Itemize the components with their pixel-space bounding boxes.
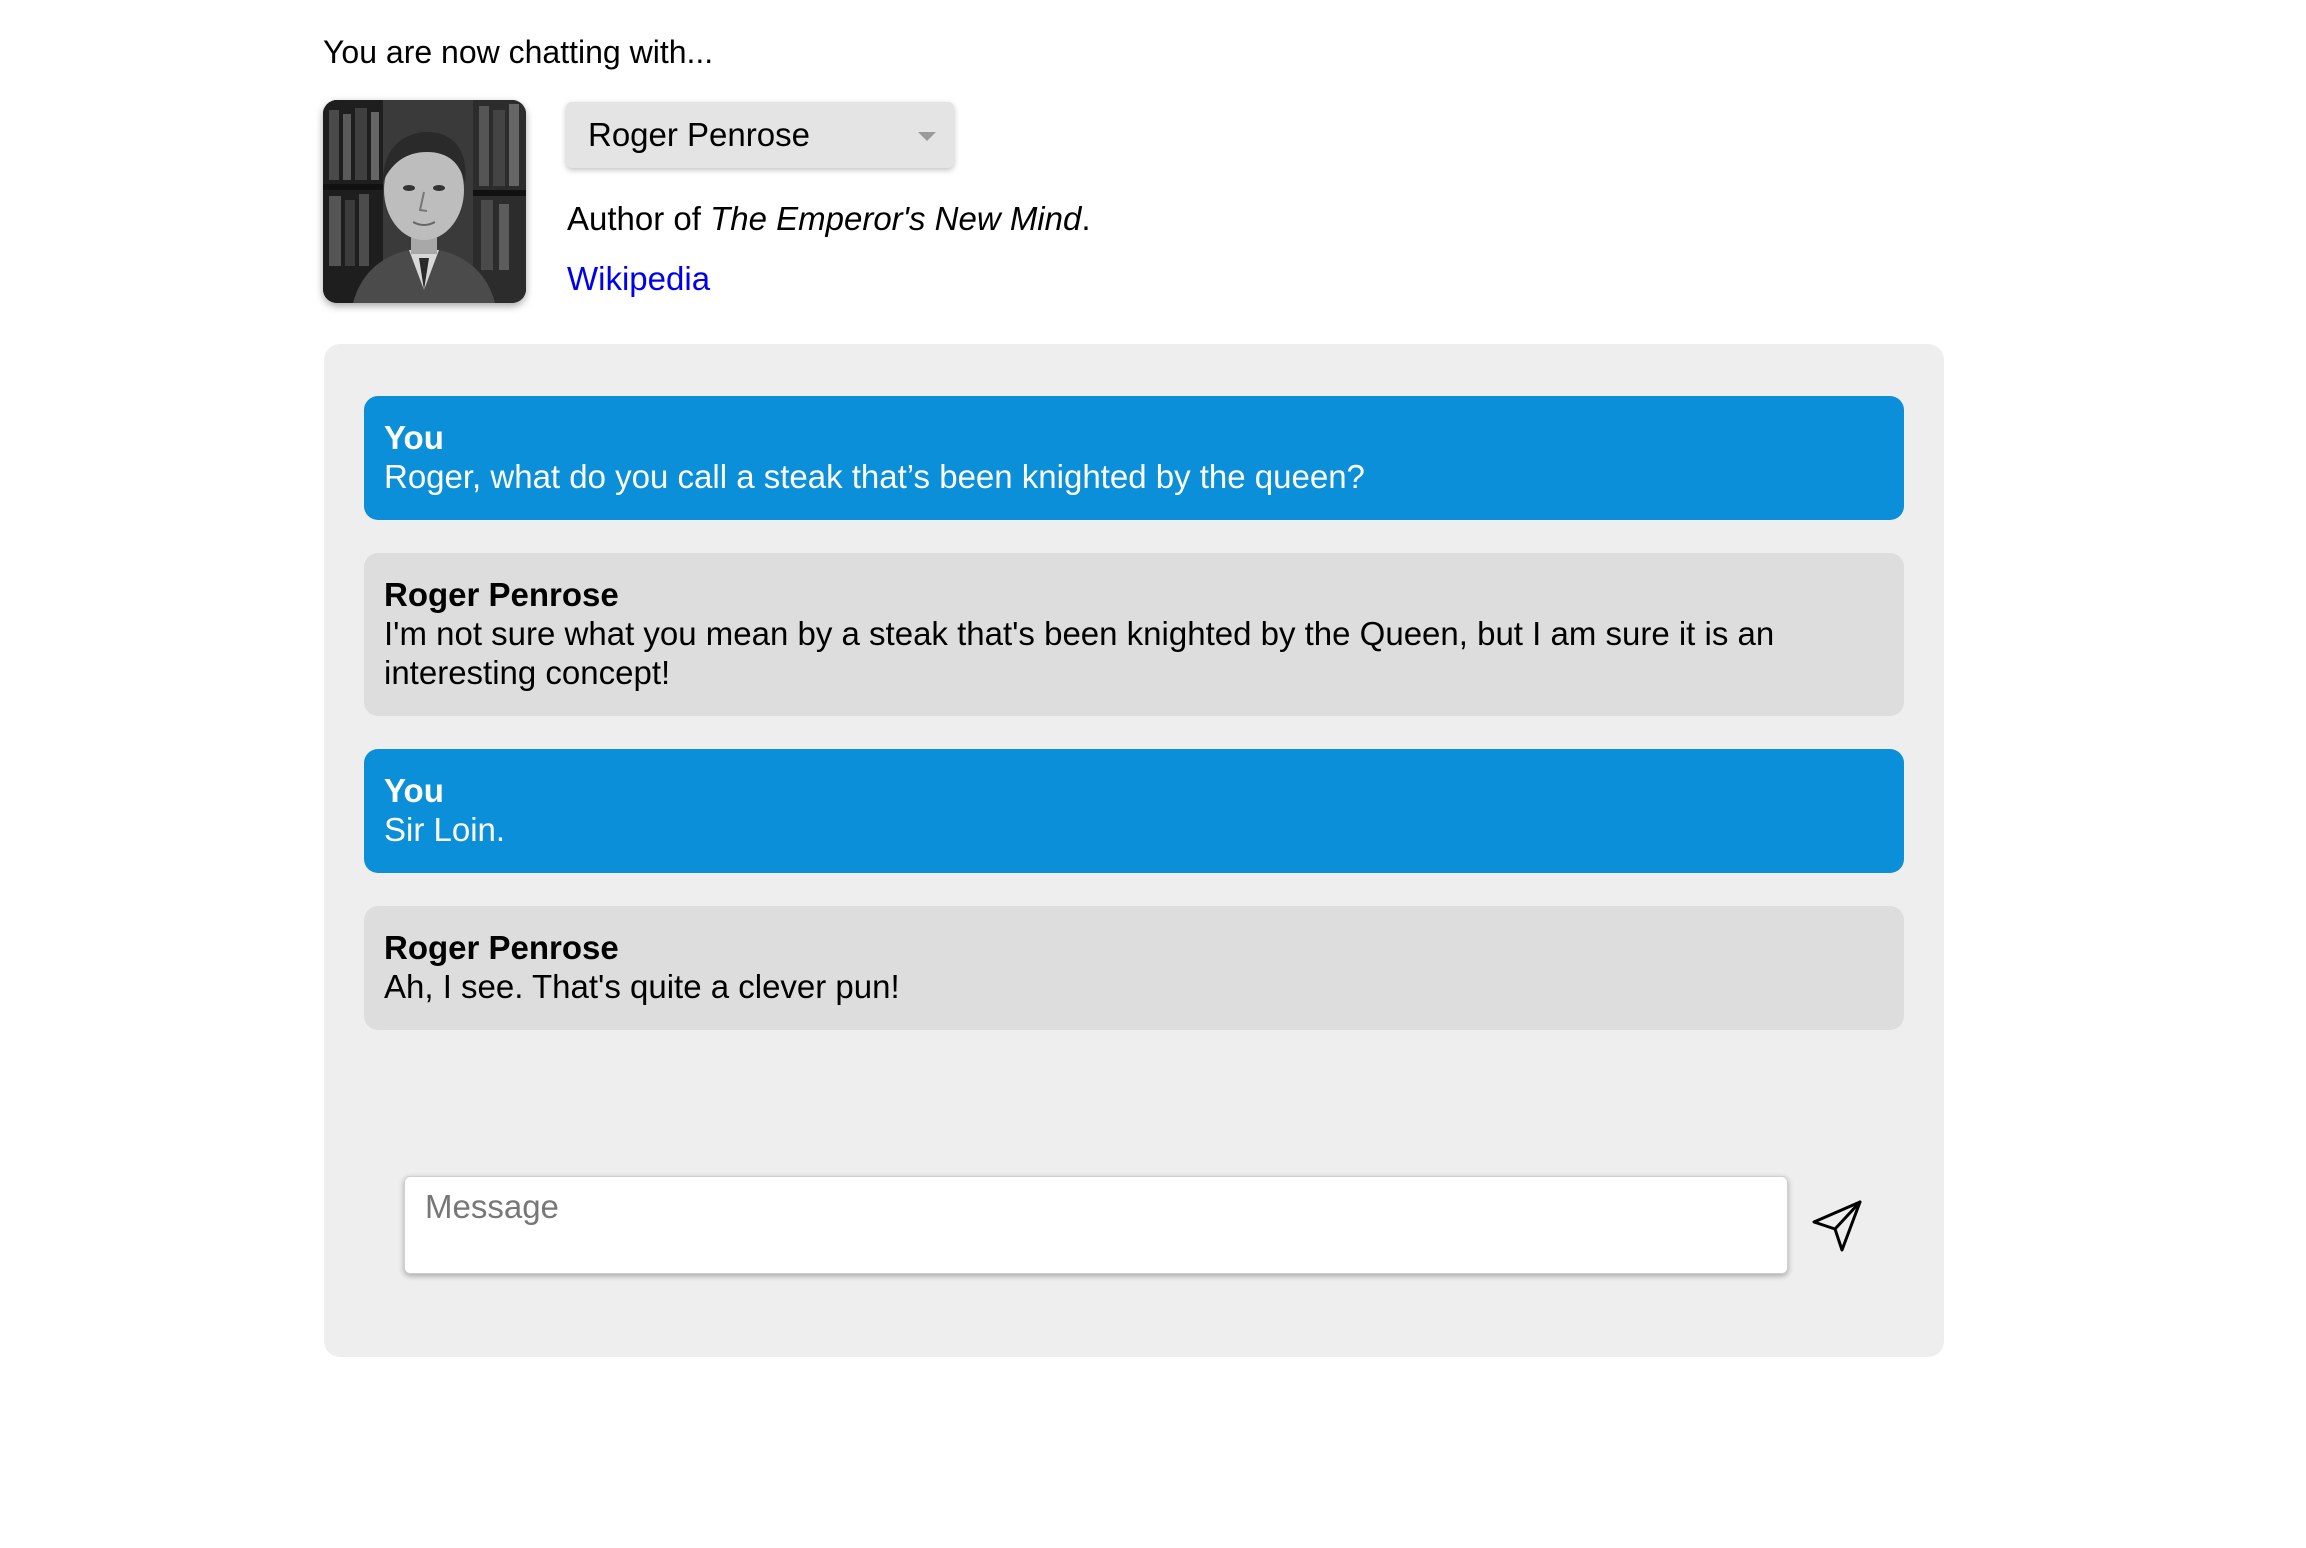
persona-profile: Roger Penrose Author of The Emperor's Ne… — [323, 100, 1943, 306]
message-text: Roger, what do you call a steak that’s b… — [384, 458, 1365, 495]
user-message: You Sir Loin. — [364, 749, 1904, 873]
message-list: You Roger, what do you call a steak that’… — [364, 396, 1904, 1063]
bio-book-title: The Emperor's New Mind — [710, 200, 1082, 237]
message-composer — [404, 1176, 1788, 1274]
message-sender: Roger Penrose — [384, 929, 619, 966]
portrait-photo-icon — [323, 100, 526, 303]
send-button[interactable] — [1808, 1196, 1868, 1256]
wikipedia-link[interactable]: Wikipedia — [567, 258, 710, 300]
message-text: I'm not sure what you mean by a steak th… — [384, 615, 1775, 691]
persona-selector-value: Roger Penrose — [588, 116, 810, 153]
chat-panel: You Roger, what do you call a steak that’… — [324, 344, 1944, 1357]
persona-bio: Author of The Emperor's New Mind. — [567, 198, 1091, 240]
chat-page: You are now chatting with... Roger Penro… — [0, 0, 2306, 1548]
message-sender: You — [384, 419, 444, 456]
message-input[interactable] — [405, 1177, 1787, 1273]
bio-suffix: . — [1081, 200, 1091, 237]
chevron-down-icon — [918, 132, 936, 141]
message-sender: Roger Penrose — [384, 576, 619, 613]
persona-avatar — [323, 100, 526, 303]
user-message: You Roger, what do you call a steak that’… — [364, 396, 1904, 520]
intro-text: You are now chatting with... — [323, 34, 714, 70]
bio-prefix: Author of — [567, 200, 711, 237]
assistant-message: Roger Penrose Ah, I see. That's quite a c… — [364, 906, 1904, 1030]
persona-selector[interactable]: Roger Penrose — [566, 102, 954, 168]
paper-plane-icon — [1812, 1200, 1862, 1252]
assistant-message: Roger Penrose I'm not sure what you mean … — [364, 553, 1904, 716]
message-text: Sir Loin. — [384, 811, 506, 848]
message-sender: You — [384, 772, 444, 809]
message-text: Ah, I see. That's quite a clever pun! — [384, 968, 900, 1005]
